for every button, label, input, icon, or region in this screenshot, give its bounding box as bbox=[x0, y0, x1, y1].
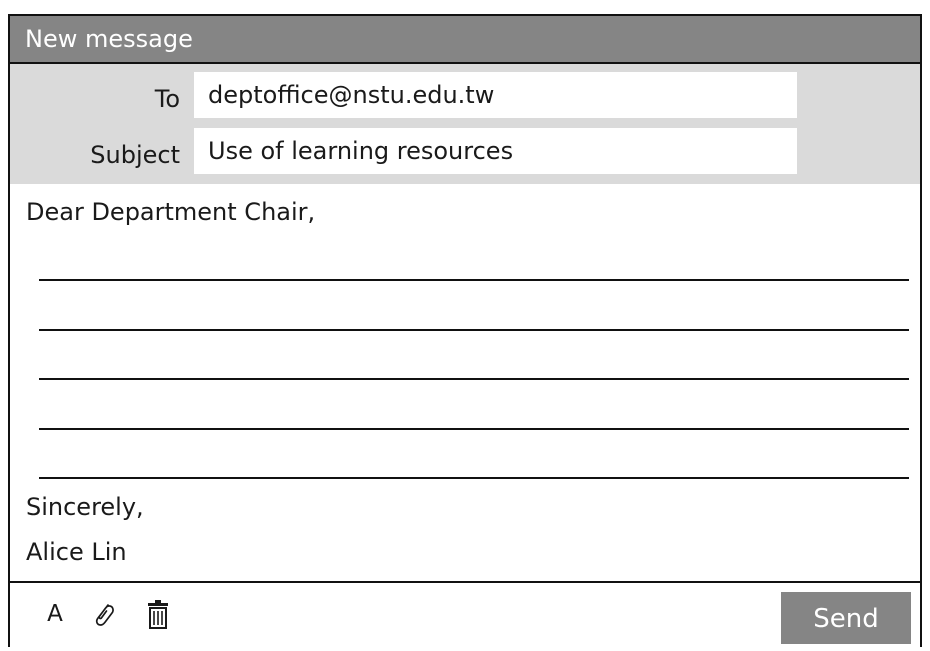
subject-label: Subject bbox=[90, 141, 180, 169]
writing-line bbox=[39, 477, 909, 479]
writing-line bbox=[39, 428, 909, 430]
closing-text: Sincerely, bbox=[26, 493, 144, 521]
header-fields: To deptoffice@nstu.edu.tw Subject Use of… bbox=[10, 64, 920, 184]
trash-icon[interactable] bbox=[143, 599, 173, 629]
signature-text: Alice Lin bbox=[26, 538, 127, 566]
to-field[interactable]: deptoffice@nstu.edu.tw bbox=[194, 72, 797, 118]
send-button[interactable]: Send bbox=[781, 592, 911, 644]
title-bar: New message bbox=[10, 16, 920, 64]
writing-line bbox=[39, 329, 909, 331]
message-body[interactable]: Dear Department Chair, Sincerely, Alice … bbox=[10, 184, 920, 581]
greeting-text: Dear Department Chair, bbox=[26, 198, 316, 226]
font-format-button[interactable]: A bbox=[42, 599, 68, 629]
paperclip-icon[interactable] bbox=[89, 599, 119, 629]
writing-line bbox=[39, 279, 909, 281]
to-label: To bbox=[154, 85, 180, 113]
writing-line bbox=[39, 378, 909, 380]
compose-window: New message To deptoffice@nstu.edu.tw Su… bbox=[8, 14, 922, 647]
bottom-toolbar: A Send bbox=[10, 581, 920, 651]
window-title: New message bbox=[25, 25, 193, 53]
subject-field[interactable]: Use of learning resources bbox=[194, 128, 797, 174]
